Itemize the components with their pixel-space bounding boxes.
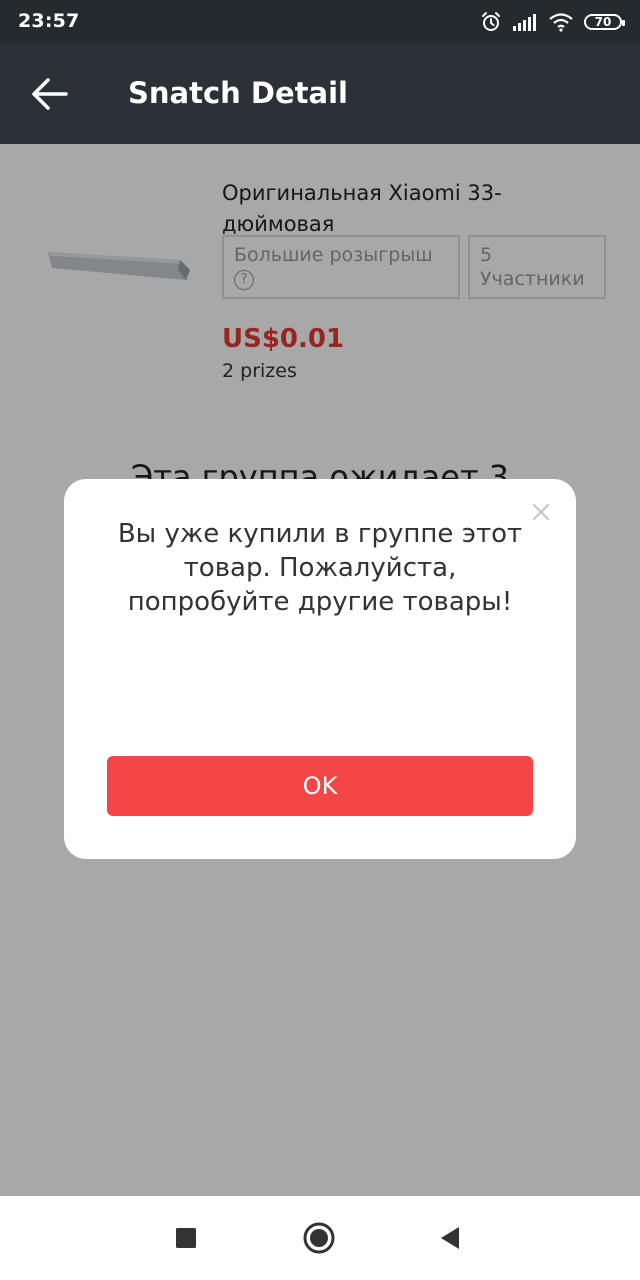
home-button[interactable] (299, 1218, 339, 1258)
arrow-left-icon (32, 78, 68, 110)
dialog-message: Вы уже купили в группе этот товар. Пожал… (117, 519, 523, 617)
recent-apps-button[interactable] (166, 1218, 206, 1258)
close-icon (533, 504, 549, 520)
status-time: 23:57 (18, 10, 80, 32)
alert-dialog: Вы уже купили в группе этот товар. Пожал… (64, 479, 576, 859)
home-icon (303, 1222, 335, 1254)
system-nav-bar (0, 1196, 640, 1280)
battery-level: 70 (594, 15, 612, 29)
page-title: Snatch Detail (128, 76, 348, 110)
back-button[interactable] (26, 74, 74, 114)
alarm-icon (482, 12, 500, 31)
ok-button[interactable]: OK (107, 756, 533, 816)
signal-icon (513, 14, 536, 31)
wifi-icon (549, 13, 573, 32)
back-triangle-icon (441, 1227, 459, 1249)
recent-apps-icon (176, 1228, 196, 1248)
status-icons: 70 (480, 10, 625, 34)
app-bar: Snatch Detail (0, 44, 640, 144)
status-bar: 23:57 70 (0, 0, 640, 44)
nav-back-button[interactable] (430, 1218, 470, 1258)
dialog-close-button[interactable] (526, 497, 556, 527)
battery-icon: 70 (584, 14, 625, 30)
